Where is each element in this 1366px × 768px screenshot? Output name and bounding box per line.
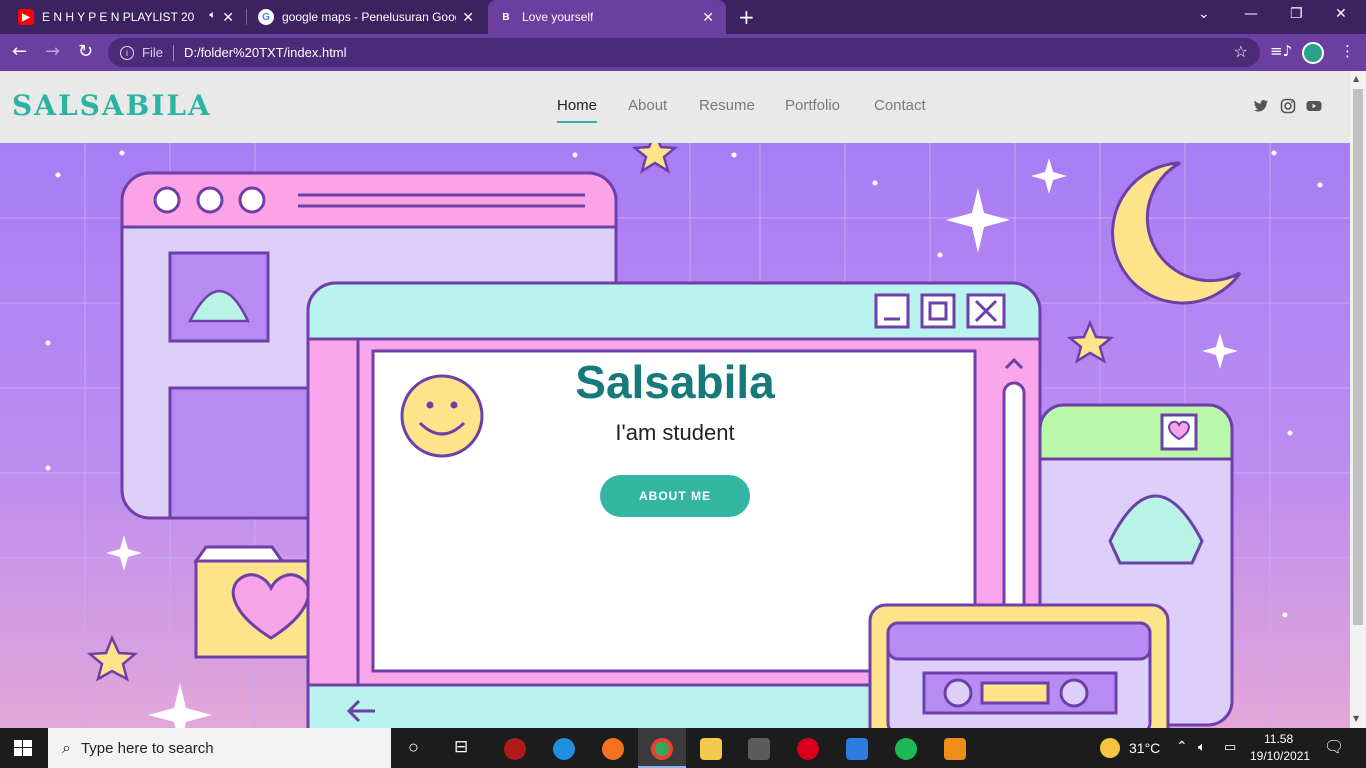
- about-me-button[interactable]: ABOUT ME: [600, 475, 750, 517]
- close-window-button[interactable]: ✕: [1335, 6, 1347, 22]
- tab-youtube[interactable]: ▶ E N H Y P E N PLAYLIST 2021 🔈︎ ✕: [0, 0, 246, 34]
- nav-home[interactable]: Home: [557, 97, 598, 123]
- audio-icon[interactable]: 🔈︎: [209, 9, 216, 22]
- sublime-text-icon[interactable]: [944, 738, 966, 760]
- file-explorer-icon[interactable]: [700, 738, 722, 760]
- chrome-icon[interactable]: [651, 738, 673, 760]
- close-icon[interactable]: ✕: [222, 9, 234, 26]
- scroll-down-icon[interactable]: ▼: [1353, 714, 1359, 723]
- nav-portfolio[interactable]: Portfolio: [785, 97, 840, 114]
- address-url[interactable]: D:/folder%20TXT/index.html: [184, 45, 347, 60]
- address-scheme: File: [142, 45, 163, 60]
- windows-start-icon[interactable]: [14, 740, 32, 756]
- notification-icon[interactable]: 🗨︎: [1324, 737, 1344, 757]
- spotify-icon[interactable]: [895, 738, 917, 760]
- nav-contact[interactable]: Contact: [874, 97, 926, 114]
- tab-google-maps[interactable]: G google maps - Penelusuran Goog ✕: [248, 0, 486, 34]
- youtube-icon: ▶: [18, 9, 34, 25]
- cassette-window: [868, 603, 1170, 728]
- tab-title: Love yourself: [522, 10, 594, 24]
- weather-icon[interactable]: [1100, 738, 1120, 758]
- hero-subtitle: I'am student: [615, 420, 735, 445]
- youtube-icon[interactable]: [1306, 98, 1322, 114]
- mail-icon[interactable]: [846, 738, 868, 760]
- nav-resume[interactable]: Resume: [699, 97, 755, 114]
- hero-title: Salsabila: [575, 356, 775, 408]
- tab-title: google maps - Penelusuran Goog: [282, 10, 456, 24]
- close-icon[interactable]: ✕: [702, 9, 714, 26]
- bootstrap-icon: B: [502, 11, 510, 23]
- info-icon[interactable]: i: [120, 45, 134, 60]
- back-icon[interactable]: ←: [12, 41, 27, 62]
- bookmark-star-icon[interactable]: ☆: [1234, 42, 1248, 62]
- edge-icon[interactable]: [553, 738, 575, 760]
- moon-icon: [1111, 161, 1242, 305]
- task-view-icon[interactable]: ⊟: [454, 737, 468, 757]
- tab-title: E N H Y P E N PLAYLIST 2021: [42, 10, 194, 24]
- site-header: SALSABILA Home About Resume Portfolio Co…: [0, 71, 1350, 143]
- search-icon: ⌕: [62, 738, 71, 757]
- cortana-icon[interactable]: ○: [408, 737, 419, 758]
- close-icon[interactable]: ✕: [462, 9, 474, 26]
- avatar[interactable]: [1302, 42, 1324, 64]
- new-tab-button[interactable]: +: [738, 5, 755, 29]
- scroll-thumb[interactable]: [1353, 89, 1363, 625]
- minimize-button[interactable]: —: [1244, 6, 1258, 22]
- taskbar-search[interactable]: ⌕ Type here to search: [48, 728, 391, 768]
- twitter-icon[interactable]: [1253, 98, 1269, 114]
- browser-toolbar: ← → ↻ i File D:/folder%20TXT/index.html …: [0, 34, 1366, 71]
- weather-temp[interactable]: 31°C: [1129, 740, 1160, 756]
- restore-button[interactable]: ❐: [1290, 6, 1303, 22]
- site-brand[interactable]: SALSABILA: [12, 89, 212, 122]
- opera-icon[interactable]: [797, 738, 819, 760]
- clock-time[interactable]: 11.58: [1264, 732, 1293, 746]
- tab-separator: [246, 9, 247, 25]
- tab-love-yourself[interactable]: B Love yourself ✕: [488, 0, 726, 34]
- app-icon-red[interactable]: [504, 738, 526, 760]
- clock-date[interactable]: 19/10/2021: [1250, 749, 1310, 763]
- volume-icon[interactable]: 🔈︎: [1198, 739, 1206, 755]
- scroll-up-icon[interactable]: ▲: [1353, 74, 1359, 83]
- divider: [172, 44, 174, 61]
- address-bar[interactable]: i File D:/folder%20TXT/index.html ☆: [108, 38, 1260, 67]
- reload-icon[interactable]: ↻: [78, 41, 93, 62]
- page-scrollbar[interactable]: ▲ ▼: [1350, 71, 1366, 728]
- forward-icon[interactable]: →: [45, 41, 60, 62]
- battery-icon[interactable]: ▭: [1224, 739, 1236, 755]
- taskbar: ⌕ Type here to search ○ ⊟ 31°C ⌃ 🔈︎ ▭ 11…: [0, 728, 1366, 768]
- firefox-icon[interactable]: [602, 738, 624, 760]
- instagram-icon[interactable]: [1280, 98, 1296, 114]
- google-icon: G: [258, 9, 274, 25]
- menu-icon[interactable]: ⋮: [1340, 42, 1355, 60]
- store-icon[interactable]: [748, 738, 770, 760]
- browser-tab-bar: ▶ E N H Y P E N PLAYLIST 2021 🔈︎ ✕ G goo…: [0, 0, 1366, 34]
- taskbar-search-placeholder: Type here to search: [80, 739, 214, 757]
- media-control-icon[interactable]: ≡♪: [1270, 42, 1292, 60]
- hero-section: Salsabila I'am student ABOUT ME: [0, 143, 1350, 728]
- chevron-up-icon[interactable]: ⌃: [1176, 738, 1188, 755]
- tab-search-icon[interactable]: ⌄: [1198, 6, 1210, 22]
- nav-about[interactable]: About: [628, 97, 667, 114]
